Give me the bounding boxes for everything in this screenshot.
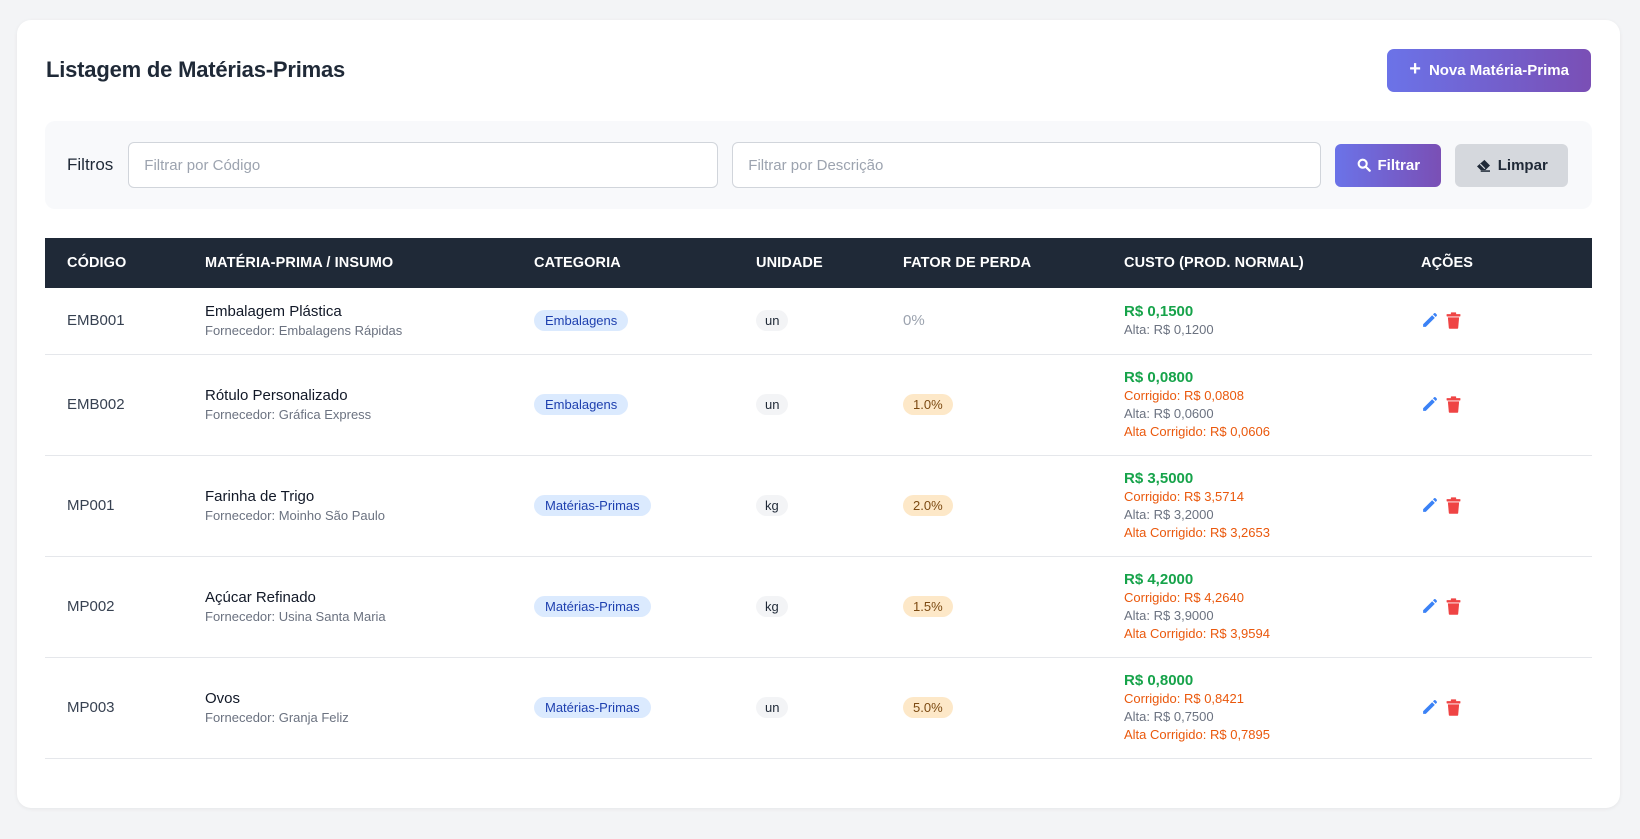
row-actions — [1421, 312, 1592, 330]
filters-label: Filtros — [67, 155, 114, 174]
cost-corrected: Corrigido: R$ 3,5714 — [1124, 488, 1244, 504]
pencil-icon[interactable] — [1421, 497, 1438, 514]
filter-button[interactable]: Filtrar — [1335, 143, 1442, 187]
row-material-name: Ovos — [205, 690, 241, 707]
pencil-icon[interactable] — [1421, 699, 1438, 716]
plus-icon: + — [1409, 58, 1421, 80]
cost-high-corrected: Alta Corrigido: R$ 3,9594 — [1124, 625, 1270, 641]
column-header-code[interactable]: Código — [45, 238, 183, 288]
cost-high: Alta: R$ 0,0600 — [1124, 405, 1214, 421]
loss-factor-badge: 2.0% — [903, 495, 953, 516]
unit-badge: kg — [756, 596, 788, 617]
row-actions — [1421, 598, 1592, 615]
category-badge: Embalagens — [534, 394, 629, 415]
loss-factor-badge: 1.0% — [903, 394, 953, 415]
cost-normal: R$ 0,8000 — [1124, 671, 1194, 689]
cost-high: Alta: R$ 0,1200 — [1124, 321, 1214, 337]
loss-factor-badge: 1.5% — [903, 596, 953, 617]
cost-high-corrected: Alta Corrigido: R$ 3,2653 — [1124, 524, 1270, 540]
row-actions — [1421, 699, 1592, 716]
category-badge: Matérias-Primas — [534, 596, 651, 617]
row-material-name: Farinha de Trigo — [205, 488, 315, 505]
row-supplier: Fornecedor: Usina Santa Maria — [205, 609, 386, 624]
clear-button[interactable]: Limpar — [1455, 143, 1569, 187]
row-supplier: Fornecedor: Gráfica Express — [205, 407, 372, 422]
row-code: EMB002 — [67, 396, 125, 413]
new-raw-material-button[interactable]: + Nova Matéria-Prima — [1387, 48, 1591, 92]
cost-corrected: Corrigido: R$ 0,8421 — [1124, 690, 1244, 706]
trash-icon[interactable] — [1446, 312, 1461, 330]
loss-factor-value: 0% — [903, 312, 925, 330]
unit-badge: kg — [756, 495, 788, 516]
column-header-category[interactable]: Categoria — [512, 238, 734, 288]
filter-description-input[interactable] — [732, 142, 1322, 188]
eraser-icon — [1476, 159, 1491, 172]
cost-corrected: Corrigido: R$ 0,0808 — [1124, 387, 1244, 403]
trash-icon[interactable] — [1446, 598, 1461, 615]
search-icon — [1357, 158, 1371, 172]
column-header-cost[interactable]: Custo (Prod. Normal) — [1102, 238, 1399, 288]
table-row: MP002 Açúcar Refinado Fornecedor: Usina … — [45, 556, 1592, 657]
column-header-loss-factor[interactable]: Fator de Perda — [881, 238, 1102, 288]
unit-badge: un — [756, 394, 789, 415]
row-material-name: Açúcar Refinado — [205, 589, 316, 606]
cost-high-corrected: Alta Corrigido: R$ 0,7895 — [1124, 726, 1270, 742]
unit-badge: un — [756, 697, 789, 718]
row-code: MP003 — [67, 699, 115, 716]
row-actions — [1421, 396, 1592, 413]
cost-normal: R$ 0,0800 — [1124, 368, 1194, 386]
row-code: EMB001 — [67, 312, 125, 330]
cost-normal: R$ 3,5000 — [1124, 469, 1194, 487]
row-code: MP002 — [67, 598, 115, 615]
pencil-icon[interactable] — [1421, 312, 1438, 329]
row-supplier: Fornecedor: Embalagens Rápidas — [205, 323, 403, 339]
table-row: EMB002 Rótulo Personalizado Fornecedor: … — [45, 354, 1592, 455]
row-actions — [1421, 497, 1592, 514]
trash-icon[interactable] — [1446, 497, 1461, 514]
loss-factor-badge: 5.0% — [903, 697, 953, 718]
cost-normal: R$ 0,1500 — [1124, 302, 1194, 320]
category-badge: Matérias-Primas — [534, 495, 651, 516]
cost-high: Alta: R$ 3,2000 — [1124, 506, 1214, 522]
column-header-material[interactable]: Matéria-Prima / Insumo — [183, 238, 512, 288]
unit-badge: un — [756, 310, 789, 332]
filters-panel: Filtros Filtrar Limpar — [45, 121, 1592, 209]
row-code: MP001 — [67, 497, 115, 514]
table-row: EMB001 Embalagem Plástica Fornecedor: Em… — [45, 288, 1592, 354]
cost-high-corrected: Alta Corrigido: R$ 0,0606 — [1124, 423, 1270, 439]
table-row: MP001 Farinha de Trigo Fornecedor: Moinh… — [45, 455, 1592, 556]
column-header-actions: Ações — [1421, 255, 1474, 271]
cost-high: Alta: R$ 3,9000 — [1124, 607, 1214, 623]
table-row: MP003 Ovos Fornecedor: Granja Feliz Maté… — [45, 657, 1592, 758]
filter-button-label: Filtrar — [1377, 156, 1421, 174]
cost-corrected: Corrigido: R$ 4,2640 — [1124, 589, 1244, 605]
row-material-name: Embalagem Plástica — [205, 303, 342, 321]
trash-icon[interactable] — [1446, 396, 1461, 413]
cost-high: Alta: R$ 0,7500 — [1124, 708, 1214, 724]
page-title: Listagem de Matérias-Primas — [46, 57, 346, 82]
row-material-name: Rótulo Personalizado — [205, 387, 348, 404]
clear-button-label: Limpar — [1497, 156, 1548, 174]
filter-code-input[interactable] — [128, 142, 719, 188]
category-badge: Embalagens — [534, 310, 629, 332]
row-supplier: Fornecedor: Moinho São Paulo — [205, 508, 385, 523]
pencil-icon[interactable] — [1421, 598, 1438, 615]
table-header-row: Código Matéria-Prima / Insumo Categoria … — [45, 238, 1592, 288]
page-header: Listagem de Matérias-Primas + Nova Matér… — [46, 48, 1591, 92]
raw-materials-table: Código Matéria-Prima / Insumo Categoria … — [45, 238, 1592, 759]
cost-normal: R$ 4,2000 — [1124, 570, 1194, 588]
main-card: Listagem de Matérias-Primas + Nova Matér… — [17, 20, 1620, 808]
new-raw-material-label: Nova Matéria-Prima — [1428, 61, 1569, 79]
category-badge: Matérias-Primas — [534, 697, 651, 718]
trash-icon[interactable] — [1446, 699, 1461, 716]
row-supplier: Fornecedor: Granja Feliz — [205, 710, 349, 725]
pencil-icon[interactable] — [1421, 396, 1438, 413]
column-header-unit[interactable]: Unidade — [734, 238, 881, 288]
